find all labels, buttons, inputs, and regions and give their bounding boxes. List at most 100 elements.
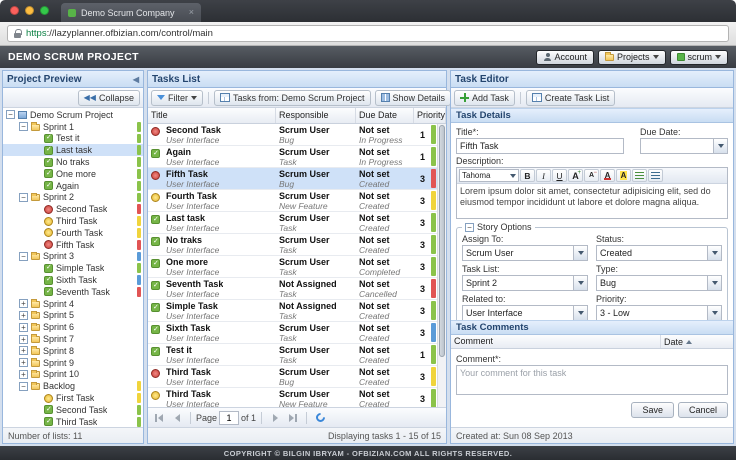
maximize-window-button[interactable] — [40, 6, 49, 15]
next-page-button[interactable] — [267, 410, 283, 426]
tree-node-sprint-3[interactable]: − Sprint 3 — [3, 251, 143, 263]
task-row[interactable]: Last taskUser InterfaceScrum UserTaskNot… — [148, 212, 437, 234]
column-header-title[interactable]: Title — [148, 108, 276, 123]
task-row[interactable]: Fifth Task User Interface Scrum User Bug Not… — [148, 168, 437, 190]
increase-font-size-icon[interactable] — [568, 169, 583, 182]
plus-expander-icon[interactable]: + — [19, 322, 28, 332]
previous-page-button[interactable] — [169, 410, 185, 426]
chevron-down-icon[interactable] — [707, 245, 722, 261]
tree-node-test-it[interactable]: Test it — [3, 133, 143, 145]
tree-node-fifth-task[interactable]: Fifth Task — [3, 239, 143, 251]
tree-node-second-task[interactable]: Second Task — [3, 404, 143, 416]
task-row[interactable]: Sixth TaskUser InterfaceScrum UserTaskNo… — [148, 322, 437, 344]
column-header-responsible[interactable]: Responsible — [276, 108, 356, 123]
related-to-select[interactable]: User Interface — [462, 305, 588, 320]
tree-node-sprint-6[interactable]: + Sprint 6 — [3, 321, 143, 333]
tree-node-sprint-1[interactable]: − Sprint 1 — [3, 121, 143, 133]
status-select[interactable]: Created — [596, 245, 722, 261]
highlight-color-icon[interactable] — [616, 169, 631, 182]
tree-node-sprint-10[interactable]: + Sprint 10 — [3, 369, 143, 381]
task-row[interactable]: Second Task User Interface Scrum User Bug No… — [148, 124, 437, 146]
filter-button[interactable]: Filter — [151, 89, 203, 106]
tree-node-simple-task[interactable]: Simple Task — [3, 262, 143, 274]
tree-node-again[interactable]: Again — [3, 180, 143, 192]
account-button[interactable]: Account — [536, 49, 594, 65]
tree-node-sprint-5[interactable]: + Sprint 5 — [3, 310, 143, 322]
tree-node-one-more[interactable]: One more — [3, 168, 143, 180]
vertical-scrollbar[interactable] — [437, 124, 446, 407]
tree-node-last-task[interactable]: Last task — [3, 144, 143, 157]
scrollbar-thumb[interactable] — [439, 125, 445, 358]
minus-expander-icon[interactable]: − — [6, 110, 15, 120]
tree-node-backlog[interactable]: − Backlog — [3, 380, 143, 392]
cancel-comment-button[interactable]: Cancel — [677, 402, 728, 418]
bullet-list-icon[interactable] — [632, 169, 647, 182]
chevron-down-icon[interactable] — [573, 305, 588, 320]
page-number-input[interactable] — [219, 410, 240, 425]
tree-node-third-task[interactable]: Third Task — [3, 215, 143, 227]
minus-expander-icon[interactable]: − — [19, 122, 28, 132]
minus-expander-icon[interactable]: − — [19, 381, 28, 391]
tree-node-third-task[interactable]: Third Task — [3, 416, 143, 427]
tree-node-demo-scrum-project[interactable]: − Demo Scrum Project — [3, 109, 143, 121]
tree-node-sprint-8[interactable]: + Sprint 8 — [3, 345, 143, 357]
browser-tab[interactable]: Demo Scrum Company × — [61, 3, 201, 22]
task-row[interactable]: Third Task User Interface Scrum User New Fe… — [148, 388, 437, 407]
decrease-font-size-icon[interactable] — [584, 169, 599, 182]
tree-node-second-task[interactable]: Second Task — [3, 203, 143, 215]
chevron-down-icon[interactable] — [573, 245, 588, 261]
chevron-down-icon[interactable] — [573, 275, 588, 291]
column-header-date[interactable]: Date — [661, 335, 733, 348]
column-header-comment[interactable]: Comment — [451, 335, 661, 348]
add-task-button[interactable]: Add Task — [454, 89, 515, 106]
due-date-input[interactable] — [640, 138, 713, 154]
story-options-legend[interactable]: − Story Options — [462, 222, 535, 232]
type-select[interactable]: Bug — [596, 275, 722, 291]
save-comment-button[interactable]: Save — [631, 402, 674, 418]
task-row[interactable]: AgainUser InterfaceScrum UserTaskNot set… — [148, 146, 437, 168]
task-row[interactable]: Seventh TaskUser InterfaceNot AssignedTa… — [148, 278, 437, 300]
first-page-button[interactable] — [151, 410, 167, 426]
tree-node-first-task[interactable]: First Task — [3, 392, 143, 404]
task-row[interactable]: Fourth Task User Interface Scrum User New F… — [148, 190, 437, 212]
plus-expander-icon[interactable]: + — [19, 358, 28, 368]
collapse-panel-icon[interactable]: ◀ — [133, 75, 139, 84]
title-input[interactable] — [456, 138, 624, 154]
close-window-button[interactable] — [10, 6, 19, 15]
plus-expander-icon[interactable]: + — [19, 334, 28, 344]
numbered-list-icon[interactable] — [648, 169, 663, 182]
description-editor-content[interactable]: Lorem ipsum dolor sit amet, consectetur … — [457, 184, 727, 218]
show-details-button[interactable]: Show Details — [374, 89, 452, 106]
tree-node-sprint-7[interactable]: + Sprint 7 — [3, 333, 143, 345]
task-row[interactable]: Test itUser InterfaceScrum UserTaskNot s… — [148, 344, 437, 366]
comment-textarea[interactable] — [456, 365, 728, 395]
minimize-window-button[interactable] — [25, 6, 34, 15]
task-list-select[interactable]: Sprint 2 — [462, 275, 588, 291]
task-row[interactable]: Simple TaskUser InterfaceNot AssignedTas… — [148, 300, 437, 322]
task-row[interactable]: One moreUser InterfaceScrum UserTaskNot … — [148, 256, 437, 278]
tab-close-icon[interactable]: × — [189, 8, 194, 17]
url-field[interactable]: https://lazyplanner.ofbizian.com/control… — [7, 25, 729, 42]
tree-node-no-traks[interactable]: No traks — [3, 156, 143, 168]
plus-expander-icon[interactable]: + — [19, 346, 28, 356]
tree-node-fourth-task[interactable]: Fourth Task — [3, 227, 143, 239]
current-project-button[interactable]: scrum — [669, 49, 728, 65]
font-color-icon[interactable] — [600, 169, 615, 182]
projects-menu-button[interactable]: Projects — [597, 49, 666, 65]
plus-expander-icon[interactable]: + — [19, 299, 28, 309]
bold-icon[interactable] — [520, 169, 535, 182]
date-picker-trigger[interactable] — [713, 138, 728, 154]
chevron-down-icon[interactable] — [707, 275, 722, 291]
plus-expander-icon[interactable]: + — [19, 310, 28, 320]
last-page-button[interactable] — [285, 410, 301, 426]
task-row[interactable]: Third Task User Interface Scrum User Bug Not… — [148, 366, 437, 388]
plus-expander-icon[interactable]: + — [19, 369, 28, 379]
minus-expander-icon[interactable]: − — [19, 192, 28, 202]
minus-expander-icon[interactable]: − — [19, 251, 28, 261]
chevron-down-icon[interactable] — [707, 305, 722, 320]
column-header-priority[interactable]: Priority — [414, 108, 446, 123]
refresh-button[interactable] — [312, 410, 328, 426]
collapse-toggle-icon[interactable]: − — [465, 222, 474, 232]
collapse-button[interactable]: ◀◀ Collapse — [77, 89, 140, 106]
assign-to-select[interactable]: Scrum User — [462, 245, 588, 261]
